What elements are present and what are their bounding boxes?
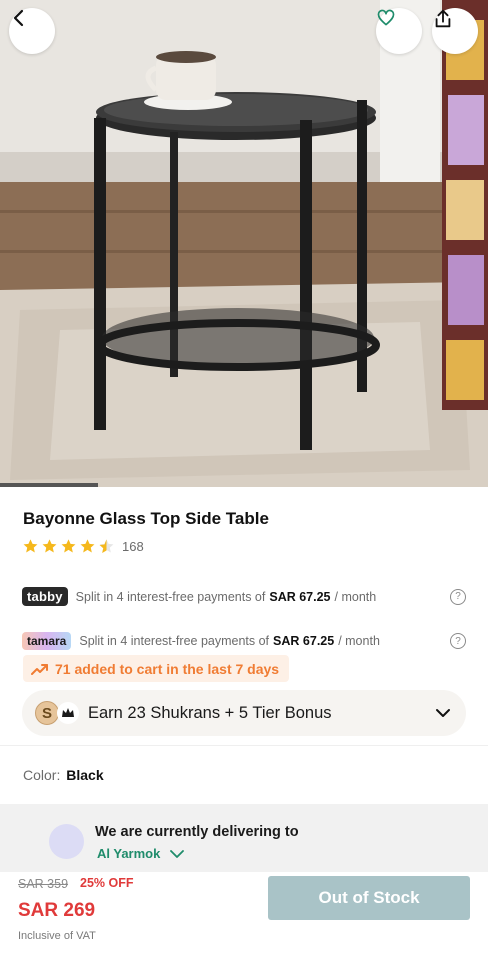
chevron-down-icon xyxy=(170,849,185,858)
tamara-installment-text: Split in 4 interest-free payments of xyxy=(79,634,270,648)
tabby-installment-text: Split in 4 interest-free payments of xyxy=(75,589,266,604)
discount-badge: 25% OFF xyxy=(80,876,134,890)
product-rating[interactable]: 168 xyxy=(22,538,144,555)
chevron-down-icon[interactable] xyxy=(435,705,451,721)
gallery-progress-indicator xyxy=(0,483,98,487)
color-selector-label: Color: Black xyxy=(23,767,104,783)
sale-price: SAR 269 xyxy=(18,900,96,921)
delivery-location[interactable]: Al Yarmok xyxy=(97,846,185,861)
location-avatar xyxy=(49,824,84,859)
trending-up-icon xyxy=(31,663,48,675)
tabby-help-icon[interactable]: ? xyxy=(450,588,466,605)
tamara-installment-amount: SAR 67.25 xyxy=(273,634,335,648)
product-image-gallery[interactable] xyxy=(0,0,488,487)
shukran-coin-icon: S xyxy=(35,701,59,725)
cart-activity-badge: 71 added to cart in the last 7 days xyxy=(23,655,290,682)
back-button[interactable] xyxy=(9,8,55,54)
tabby-installment-amount: SAR 67.25 xyxy=(269,589,331,604)
share-icon xyxy=(435,9,451,28)
heart-icon xyxy=(377,9,395,26)
star-icon xyxy=(61,539,76,553)
vat-note: Inclusive of VAT xyxy=(18,930,96,942)
product-title: Bayonne Glass Top Side Table xyxy=(23,509,269,528)
star-icon xyxy=(23,539,38,553)
section-divider xyxy=(0,745,488,746)
star-icon xyxy=(80,539,95,553)
delivery-title: We are currently delivering to xyxy=(95,824,299,840)
delivery-location-bar[interactable]: We are currently delivering to Al Yarmok xyxy=(0,804,488,872)
product-image xyxy=(0,0,488,487)
color-value: Black xyxy=(66,767,104,783)
color-label: Color: xyxy=(23,767,61,783)
star-half-icon xyxy=(99,539,114,554)
crown-icon xyxy=(57,702,79,724)
tabby-installment-row[interactable]: tabby Split in 4 interest-free payments … xyxy=(22,587,466,606)
tamara-installment-row[interactable]: tamara Split in 4 interest-free payments… xyxy=(22,632,466,650)
shukran-rewards-row[interactable]: S Earn 23 Shukrans + 5 Tier Bonus xyxy=(22,690,466,736)
tabby-logo: tabby xyxy=(22,587,68,606)
original-price: SAR 359 xyxy=(18,877,69,891)
delivery-location-name: Al Yarmok xyxy=(97,846,161,861)
tabby-installment-period: / month xyxy=(334,589,377,604)
tamara-logo: tamara xyxy=(22,632,72,650)
rating-count: 168 xyxy=(122,539,144,554)
out-of-stock-button[interactable]: Out of Stock xyxy=(268,876,470,920)
chevron-left-icon xyxy=(13,9,24,27)
tamara-installment-period: / month xyxy=(338,634,380,648)
share-button[interactable] xyxy=(432,8,478,54)
shukran-text: Earn 23 Shukrans + 5 Tier Bonus xyxy=(88,703,332,722)
cart-activity-text: 71 added to cart in the last 7 days xyxy=(55,660,280,677)
tamara-help-icon[interactable]: ? xyxy=(450,633,466,649)
favorite-button[interactable] xyxy=(376,8,422,54)
star-icon xyxy=(42,539,57,553)
